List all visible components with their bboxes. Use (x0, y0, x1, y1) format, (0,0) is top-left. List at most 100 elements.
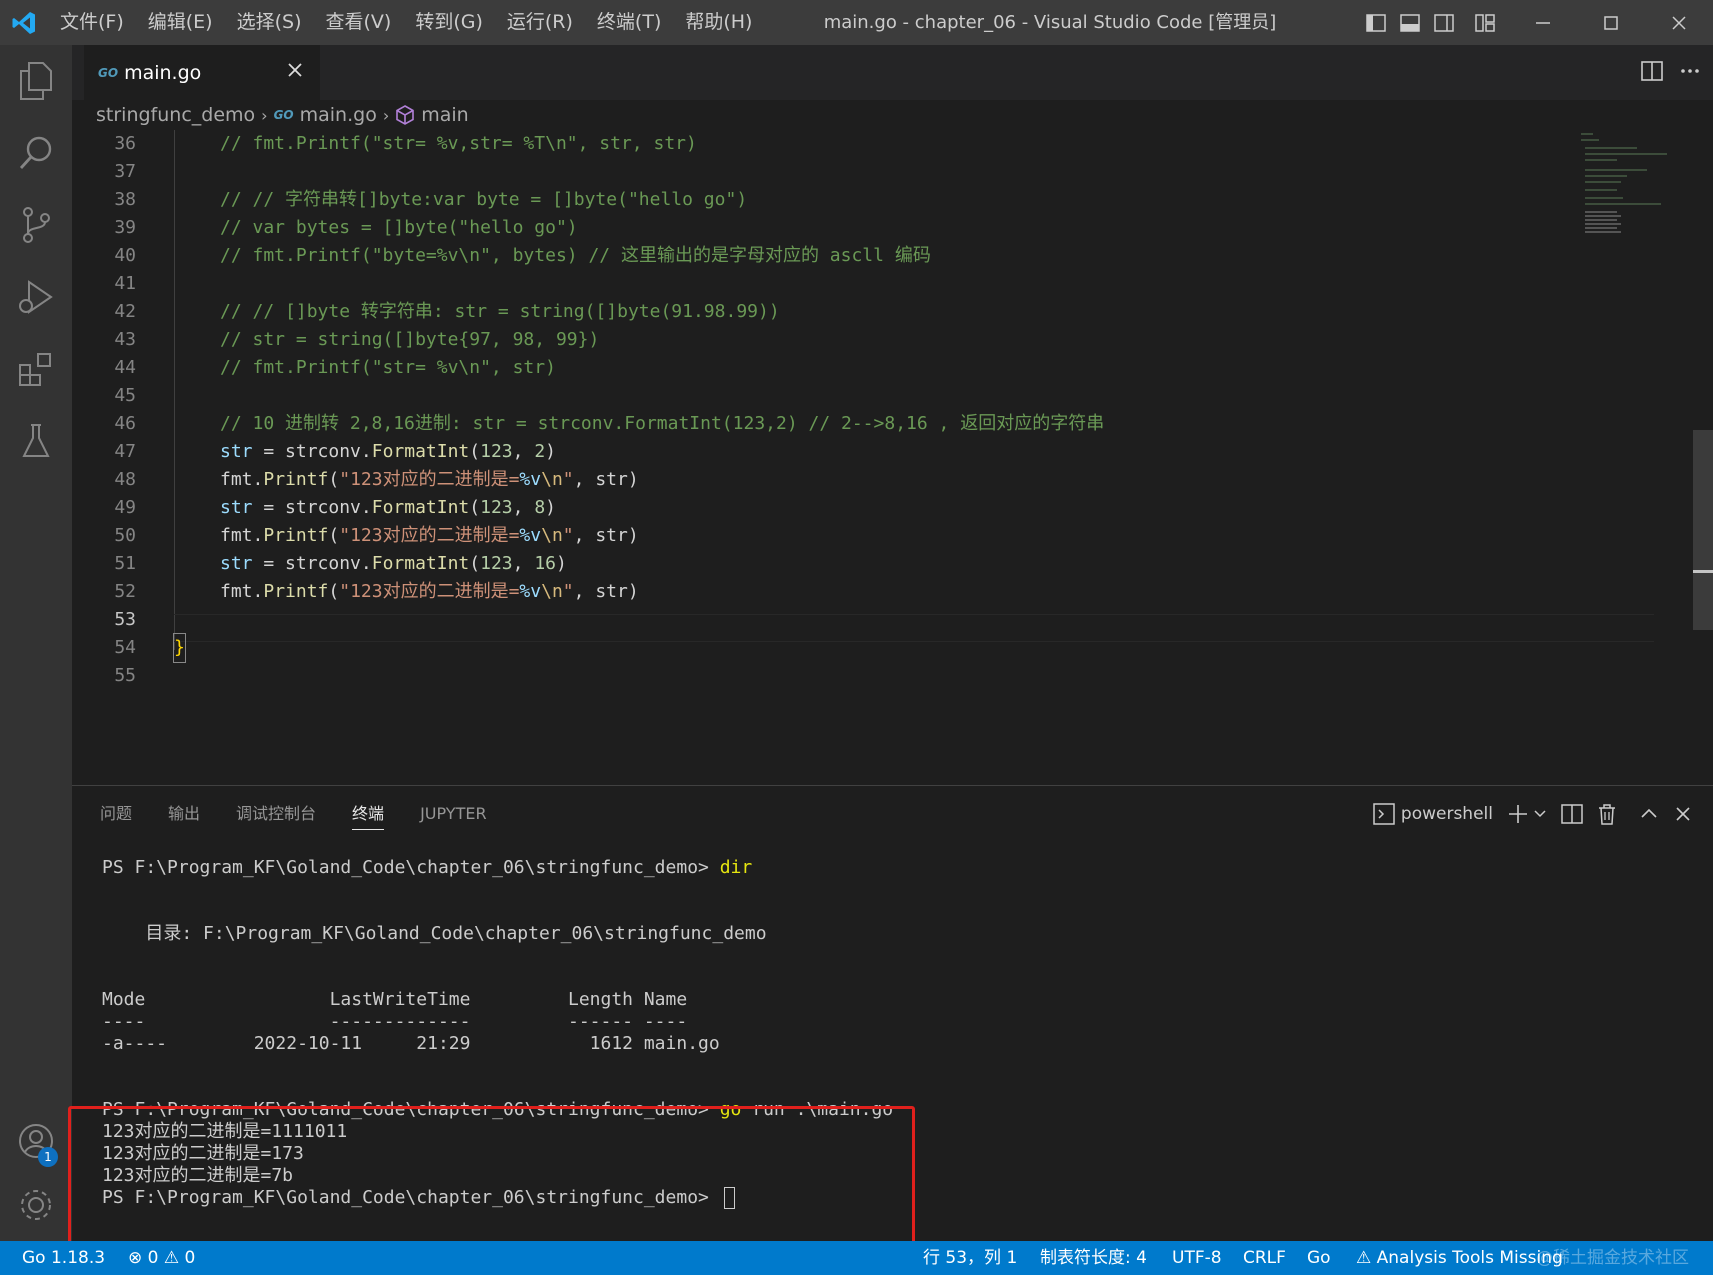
code-line: 45 (72, 382, 1572, 410)
status-bar: Go 1.18.3 ⊗ 0 ⚠ 0 行 53，列 1 制表符长度: 4 UTF-… (0, 1241, 1713, 1275)
code-text: // str = string([]byte{97, 98, 99}) (220, 329, 600, 350)
editor-actions (1641, 45, 1701, 100)
tab-output[interactable]: 输出 (168, 786, 200, 842)
terminal-prompt: PS F:\Program_KF\Goland_Code\chapter_06\… (102, 1187, 720, 1208)
terminal-line: 123对应的二进制是=7b (102, 1165, 294, 1186)
code-editor[interactable]: 36 // fmt.Printf("str= %v,str= %T\n", str… (72, 130, 1713, 785)
menu-selection[interactable]: 选择(S) (225, 0, 314, 45)
tab-debug-console[interactable]: 调试控制台 (236, 786, 316, 842)
terminal-prompt: PS F:\Program_KF\Goland_Code\chapter_06\… (102, 857, 720, 878)
maximize-button[interactable] (1577, 0, 1645, 45)
go-version-status[interactable]: Go 1.18.3 (22, 1241, 105, 1275)
line-number: 50 (114, 525, 136, 546)
launch-profile-chevron-down-icon[interactable] (1533, 807, 1547, 821)
menu-help[interactable]: 帮助(H) (673, 0, 764, 45)
close-panel-icon[interactable] (1673, 804, 1693, 824)
line-number: 55 (114, 665, 136, 686)
terminal-line: 123对应的二进制是=173 (102, 1143, 304, 1164)
panel-actions: powershell (1373, 786, 1693, 842)
tab-size-status[interactable]: 制表符长度: 4 (1040, 1241, 1147, 1275)
line-number: 47 (114, 441, 136, 462)
search-icon[interactable] (0, 117, 72, 189)
editor-scrollbar[interactable] (1693, 430, 1713, 630)
line-number: 38 (114, 189, 136, 210)
code-line: 51 str = strconv.FormatInt(123, 16) (72, 550, 1572, 578)
menu-run[interactable]: 运行(R) (495, 0, 585, 45)
warning-icon: ⚠ (163, 1248, 180, 1268)
terminal-line[interactable]: PS F:\Program_KF\Goland_Code\chapter_06\… (102, 1186, 735, 1210)
close-window-button[interactable] (1645, 0, 1713, 45)
manage-gear-icon[interactable] (0, 1169, 72, 1241)
language-status[interactable]: Go (1307, 1241, 1331, 1275)
warning-count: 0 (184, 1248, 196, 1268)
customize-layout-icon[interactable] (1461, 0, 1509, 45)
toggle-panel-icon[interactable] (1393, 0, 1427, 45)
cursor-position-status[interactable]: 行 53，列 1 (923, 1241, 1017, 1275)
split-terminal-icon[interactable] (1561, 804, 1583, 824)
eol-status[interactable]: CRLF (1243, 1241, 1286, 1275)
more-actions-icon[interactable] (1679, 61, 1701, 85)
code-text: // 10 进制转 2,8,16进制: str = strconv.Format… (220, 413, 1105, 434)
terminal-icon (1373, 803, 1395, 825)
code-text: str = strconv.FormatInt(123, 16) (220, 553, 567, 574)
code-line: 46 // 10 进制转 2,8,16进制: str = strconv.Form… (72, 410, 1572, 438)
terminal-line: Mode LastWriteTime Length Name (102, 989, 688, 1010)
minimap[interactable] (1577, 130, 1687, 240)
close-tab-icon[interactable] (284, 59, 306, 85)
editor-tab-bar: GO main.go (72, 45, 1713, 100)
tab-main-go[interactable]: GO main.go (84, 45, 320, 100)
breadcrumb-folder[interactable]: stringfunc_demo (96, 104, 255, 126)
tab-jupyter[interactable]: JUPYTER (420, 786, 487, 842)
terminal-shell-name[interactable]: powershell (1401, 804, 1493, 824)
run-debug-icon[interactable] (0, 261, 72, 333)
line-number: 48 (114, 469, 136, 490)
line-number: 36 (114, 133, 136, 154)
code-line: 50 fmt.Printf("123对应的二进制是=%v\n", str) (72, 522, 1572, 550)
explorer-icon[interactable] (0, 45, 72, 117)
tab-terminal[interactable]: 终端 (352, 786, 385, 842)
menu-terminal[interactable]: 终端(T) (585, 0, 673, 45)
function-symbol-icon (395, 105, 415, 125)
breadcrumb-file[interactable]: main.go (300, 104, 377, 126)
problems-status[interactable]: ⊗ 0 ⚠ 0 (128, 1241, 195, 1275)
menu-edit[interactable]: 编辑(E) (136, 0, 225, 45)
line-number: 46 (114, 413, 136, 434)
terminal-command: go (719, 1099, 742, 1120)
title-controls (1359, 0, 1713, 45)
menu-view[interactable]: 查看(V) (314, 0, 404, 45)
toggle-primary-sidebar-icon[interactable] (1359, 0, 1393, 45)
terminal-command-args: run .\main.go (741, 1099, 894, 1120)
terminal-command: dir (719, 857, 753, 878)
tab-problems[interactable]: 问题 (100, 786, 132, 842)
encoding-status[interactable]: UTF-8 (1172, 1241, 1222, 1275)
line-number: 53 (114, 609, 136, 630)
code-text: // fmt.Printf("str= %v\n", str) (220, 357, 556, 378)
line-number: 49 (114, 497, 136, 518)
kill-terminal-trash-icon[interactable] (1597, 803, 1617, 825)
menu-file[interactable]: 文件(F) (48, 0, 136, 45)
toggle-secondary-sidebar-icon[interactable] (1427, 0, 1461, 45)
code-line: 55 (72, 662, 1572, 690)
source-control-icon[interactable] (0, 189, 72, 261)
code-line: 43 // str = string([]byte{97, 98, 99}) (72, 326, 1572, 354)
error-icon: ⊗ (128, 1248, 143, 1268)
new-terminal-plus-icon[interactable] (1507, 803, 1529, 825)
maximize-panel-chevron-up-icon[interactable] (1639, 804, 1659, 824)
breadcrumb-symbol[interactable]: main (421, 104, 468, 126)
extensions-icon[interactable] (0, 333, 72, 405)
menu-bar: 文件(F) 编辑(E) 选择(S) 查看(V) 转到(G) 运行(R) 终端(T… (48, 0, 764, 45)
line-number: 43 (114, 329, 136, 350)
terminal-line: PS F:\Program_KF\Goland_Code\chapter_06\… (102, 856, 752, 880)
split-editor-icon[interactable] (1641, 60, 1663, 85)
analysis-tools-status[interactable]: ⚠ Analysis Tools Missing (1356, 1241, 1563, 1275)
code-line: 37 (72, 158, 1572, 186)
terminal-cursor (723, 1187, 735, 1209)
minimize-button[interactable] (1509, 0, 1577, 45)
testing-icon[interactable] (0, 405, 72, 477)
line-number: 40 (114, 245, 136, 266)
accounts-icon[interactable]: 1 (0, 1105, 72, 1177)
code-line: 44 // fmt.Printf("str= %v\n", str) (72, 354, 1572, 382)
line-number: 54 (114, 637, 136, 658)
menu-go[interactable]: 转到(G) (403, 0, 495, 45)
breadcrumb: stringfunc_demo › GO main.go › main (72, 100, 1713, 130)
